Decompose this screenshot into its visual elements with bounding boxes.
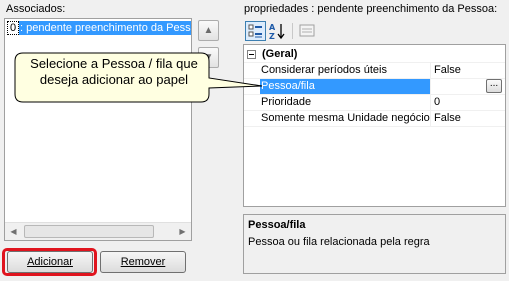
category-label: (Geral) <box>262 48 298 60</box>
column-divider <box>430 79 431 95</box>
property-help-panel: Pessoa/fila Pessoa ou fila relacionada p… <box>243 214 506 274</box>
svg-text:A: A <box>269 23 276 32</box>
property-value[interactable]: 0 <box>434 95 440 110</box>
categorized-icon <box>248 24 262 38</box>
associados-label-text: Associados: <box>6 3 66 15</box>
help-description: Pessoa ou fila relacionada pela regra <box>248 236 430 248</box>
properties-toolbar: A Z <box>243 20 323 42</box>
horizontal-scrollbar[interactable]: ◀ ▶ <box>5 222 191 240</box>
callout-line-2: deseja adicionar ao papel <box>39 72 189 87</box>
associados-list[interactable]: 0 : pendente preenchimento da Pessoa ◀ ▶ <box>4 18 192 241</box>
scroll-left-icon[interactable]: ◀ <box>5 223 22 240</box>
property-name: Pessoa/fila <box>260 79 431 94</box>
categorized-view-button[interactable] <box>245 21 266 41</box>
help-title: Pessoa/fila <box>248 219 306 231</box>
remove-button[interactable]: Remover <box>100 251 186 273</box>
remove-button-label: Remover <box>120 256 166 268</box>
property-row[interactable]: Prioridade 0 <box>244 95 505 111</box>
property-pages-button[interactable] <box>297 21 318 41</box>
property-name: Considerar períodos úteis <box>261 64 387 76</box>
svg-text:Z: Z <box>269 32 275 41</box>
properties-label-text: propriedades : pendente preenchimento da… <box>244 3 498 15</box>
property-value[interactable]: False <box>434 63 461 78</box>
ellipsis-button[interactable]: ... <box>486 79 502 93</box>
property-grid[interactable]: (Geral) Considerar períodos úteis False … <box>243 44 506 207</box>
column-divider <box>430 63 431 79</box>
property-row-selected[interactable]: Pessoa/fila ... <box>244 79 505 95</box>
sort-alphabetical-icon: A Z <box>269 23 285 41</box>
toolbar-separator <box>292 23 293 39</box>
property-row[interactable]: Somente mesma Unidade negócio False <box>244 111 505 127</box>
category-row[interactable]: (Geral) <box>244 47 505 63</box>
arrow-up-icon: ▲ <box>203 25 214 36</box>
list-item-text: : pendente preenchimento da Pessoa <box>19 21 191 35</box>
collapse-icon[interactable] <box>247 50 256 59</box>
property-name: Somente mesma Unidade negócio <box>261 112 430 124</box>
add-button-label: Adicionar <box>27 256 73 268</box>
move-up-button[interactable]: ▲ <box>198 20 219 41</box>
callout-text: Selecione a Pessoa / fila que deseja adi… <box>18 56 210 88</box>
scrollbar-thumb[interactable] <box>24 225 154 238</box>
column-divider <box>430 111 431 127</box>
property-pages-icon <box>299 24 315 37</box>
alphabetical-view-button[interactable]: A Z <box>267 21 288 41</box>
property-name: Prioridade <box>261 96 312 108</box>
list-item[interactable]: 0 : pendente preenchimento da Pessoa <box>7 21 191 35</box>
scroll-right-icon[interactable]: ▶ <box>174 223 191 240</box>
column-divider <box>430 95 431 111</box>
properties-label: propriedades : pendente preenchimento da… <box>244 3 497 15</box>
associados-label: Associados: <box>6 3 65 15</box>
add-button[interactable]: Adicionar <box>7 251 93 273</box>
property-row[interactable]: Considerar períodos úteis False <box>244 63 505 79</box>
list-item-index: 0 <box>7 21 19 35</box>
property-value[interactable]: False <box>434 111 461 126</box>
callout-line-1: Selecione a Pessoa / fila que <box>30 56 198 71</box>
